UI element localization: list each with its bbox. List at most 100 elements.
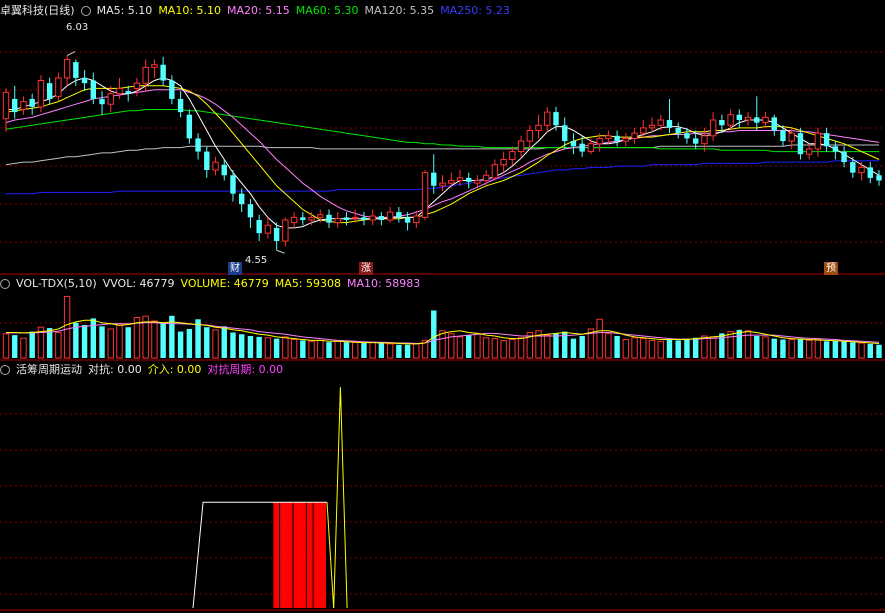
candle-body [195, 138, 201, 152]
candle-body [63, 58, 71, 79]
volume-bar [12, 335, 18, 358]
candle-body [692, 138, 699, 144]
volume-bar [378, 343, 385, 358]
candle-body [116, 87, 123, 95]
ma5-line [6, 77, 880, 229]
volume-bar [317, 339, 324, 359]
settings-icon[interactable] [0, 364, 10, 375]
candle-body [37, 80, 45, 108]
candle-body [204, 151, 210, 170]
candle-body [456, 177, 464, 182]
candle-body [300, 217, 306, 220]
candle-body [29, 98, 35, 107]
volume-bar [553, 333, 559, 358]
ma10-label: MA10: 5.10 [158, 4, 222, 17]
volume-bar [509, 339, 516, 359]
volume-bar [491, 338, 499, 359]
candle-body [526, 130, 534, 142]
volume-bar [709, 336, 717, 359]
candle-body [850, 162, 856, 173]
ma250-label: MA250: 5.23 [440, 4, 510, 17]
low-marker [276, 249, 285, 254]
volume-bar [256, 336, 262, 358]
candle-body [762, 116, 769, 124]
volume-bar [99, 326, 105, 358]
candle-body [867, 167, 873, 178]
yellow-line [326, 502, 335, 609]
candle-body [256, 220, 262, 234]
volume-bar [90, 318, 97, 358]
chart-canvas [0, 51, 885, 611]
candle-body [631, 132, 638, 139]
volume-bar [858, 342, 865, 359]
candle-body [771, 117, 777, 131]
volume-bar [63, 295, 71, 359]
volume-bar [404, 344, 411, 358]
volume-bar [832, 340, 839, 358]
candle-body [500, 158, 507, 166]
volume-bar [247, 336, 254, 358]
volume-bar [850, 342, 856, 358]
volume-bar [788, 339, 795, 359]
candle-body [587, 143, 595, 153]
ma20-line [5, 89, 880, 218]
candle-body [736, 114, 743, 120]
volume-bar [797, 338, 804, 358]
candle-body [343, 217, 350, 220]
indicator-header: 活筹周期运动 对抗: 0.00 介入: 0.00 对抗周期: 0.00 [0, 362, 289, 378]
volume-header: VOL-TDX(5,10) VVOL: 46779 VOLUME: 46779 MA5… [0, 276, 426, 292]
ma120-label: MA120: 5.35 [364, 4, 435, 17]
volume-label: VOLUME: 46779 [180, 277, 269, 290]
volume-bar [780, 339, 786, 358]
volume-bar [81, 325, 88, 358]
candle-body [247, 204, 254, 218]
volume-bar [727, 331, 734, 359]
candle-body [448, 180, 455, 184]
volume-bar [369, 341, 376, 359]
candle-body [212, 161, 219, 171]
volume-bar [762, 336, 769, 359]
red-bar [273, 502, 280, 608]
candle-body [657, 119, 664, 126]
candle-body [351, 216, 359, 219]
candle-body [396, 212, 402, 218]
ma120-line [5, 144, 879, 166]
stock-title[interactable]: 卓翼科技(日线) [0, 4, 75, 17]
volume-bar [500, 339, 507, 359]
volume-bar [544, 334, 551, 359]
price-header: 卓翼科技(日线) MA5: 5.10 MA10: 5.10 MA20: 5.15 MA6… [0, 3, 516, 19]
event-tag-yu[interactable]: 预 [824, 262, 838, 275]
volume-bar [517, 337, 525, 359]
event-tag-zhang[interactable]: 涨 [359, 262, 373, 275]
volume-bar [841, 341, 847, 358]
settings-icon[interactable] [0, 278, 10, 289]
candle-body [12, 98, 18, 113]
candle-body [579, 143, 585, 152]
candle-body [404, 217, 411, 223]
volume-bar [814, 339, 822, 359]
candle-body [648, 124, 656, 129]
event-tag-cai[interactable]: 财 [228, 262, 242, 275]
settings-icon[interactable] [80, 5, 91, 16]
candle-body [361, 217, 367, 220]
indicator-title[interactable]: 活筹周期运动 [16, 363, 82, 376]
volume-bar [675, 340, 681, 358]
candle-body [99, 98, 105, 105]
vol-title[interactable]: VOL-TDX(5,10) [16, 277, 97, 290]
volume-bar [29, 331, 35, 358]
candle-body [317, 214, 324, 218]
volume-bar [605, 332, 612, 359]
candle-body [482, 174, 490, 182]
candle-body [876, 175, 882, 181]
volume-bar [465, 335, 472, 358]
volume-bar [386, 343, 394, 359]
candle-body [562, 125, 568, 142]
volume-bar [20, 337, 27, 359]
candle-body [46, 83, 53, 99]
volume-bar [308, 340, 315, 359]
candle-body [439, 182, 446, 187]
volume-bar [736, 329, 743, 358]
volume-bar [805, 339, 813, 359]
candle-body [709, 119, 717, 137]
volume-bar [771, 338, 777, 358]
